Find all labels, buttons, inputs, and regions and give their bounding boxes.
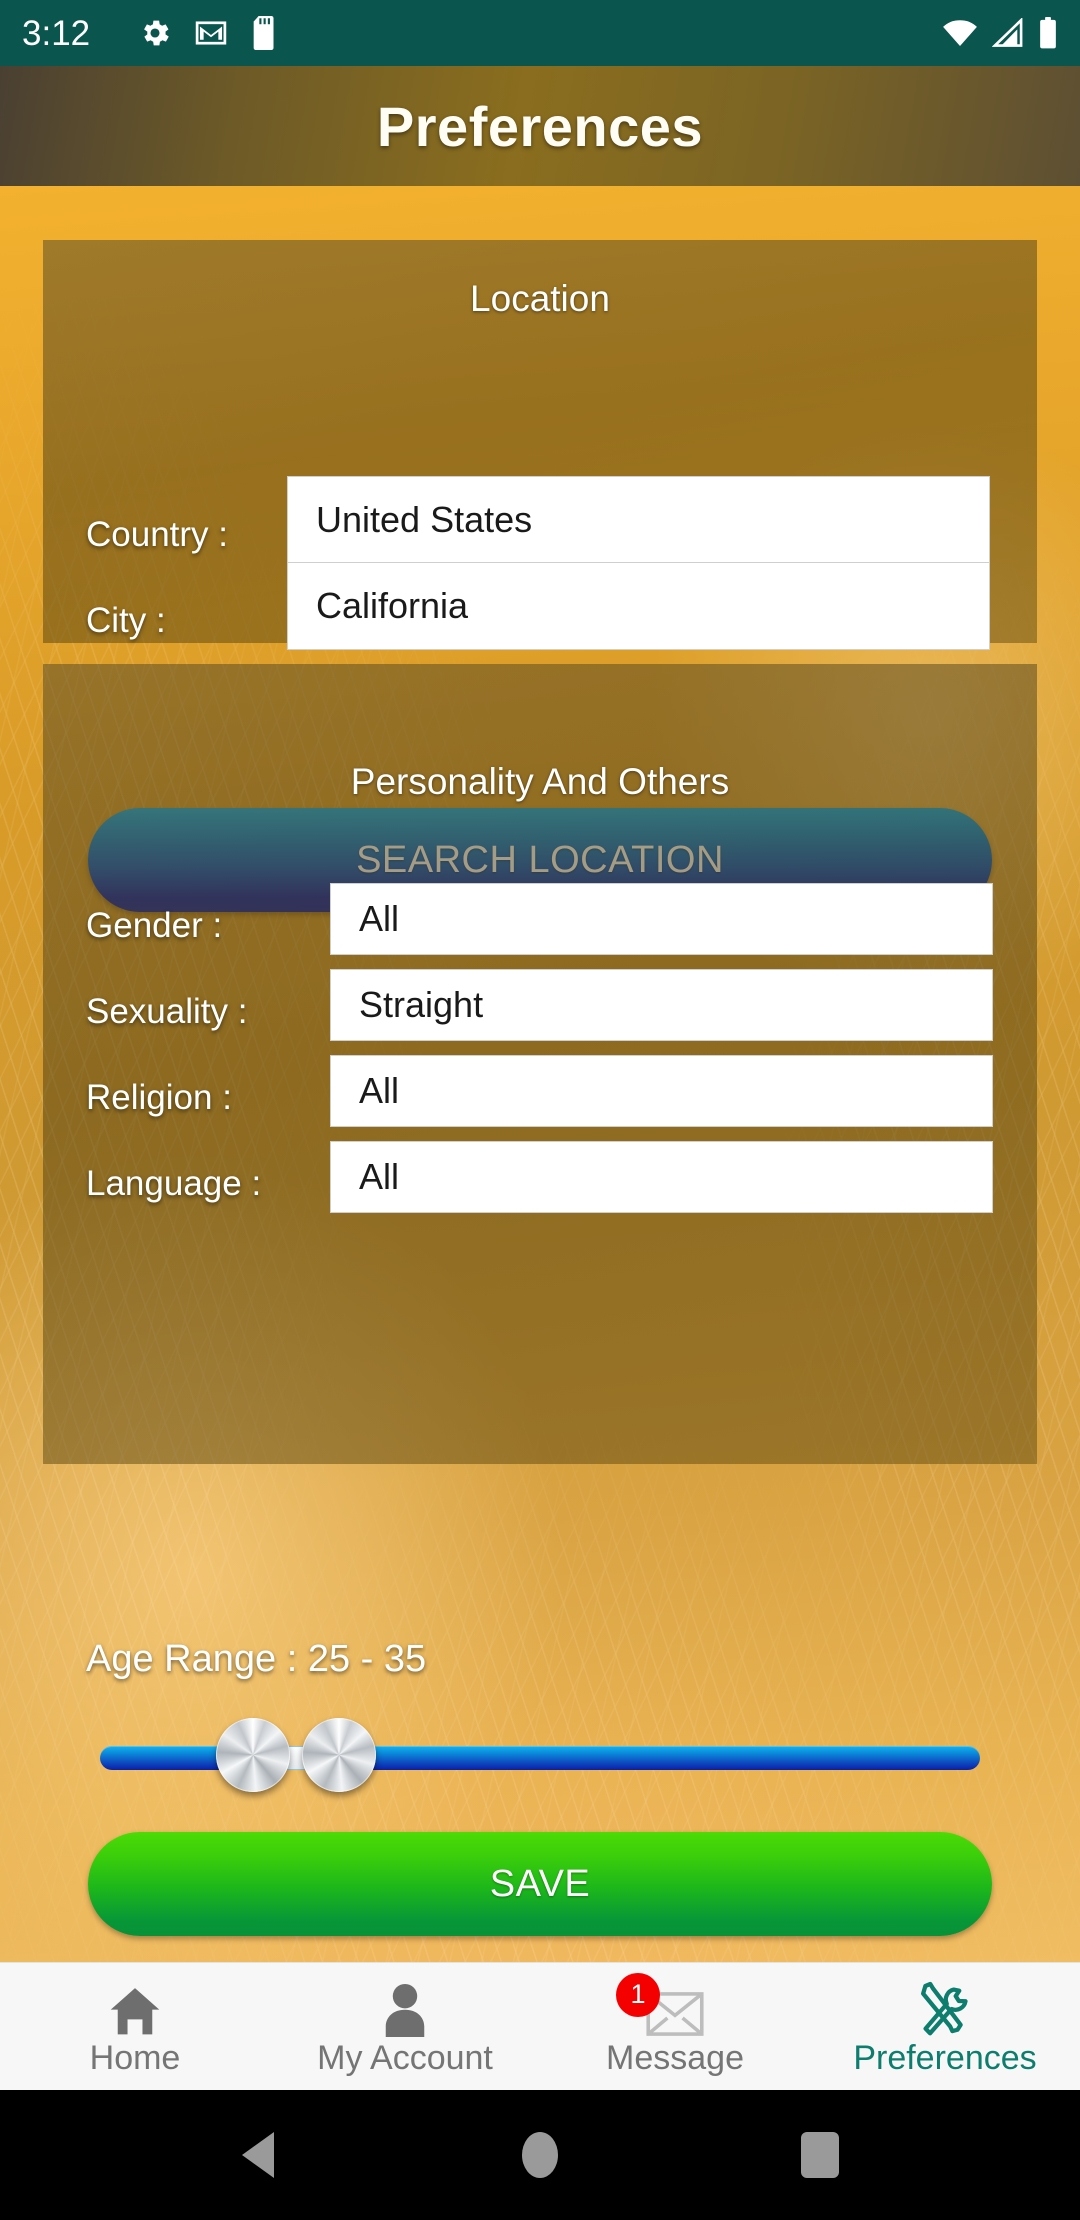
home-circle-icon[interactable] (480, 2132, 600, 2178)
nav-label-my-account: My Account (317, 2038, 493, 2077)
personality-card-title: Personality And Others (350, 761, 730, 802)
save-button[interactable]: SAVE (88, 1832, 992, 1936)
country-label: Country : (86, 515, 228, 554)
nav-label-preferences: Preferences (853, 2038, 1037, 2077)
religion-value: All (359, 1070, 400, 1111)
nav-item-home[interactable]: Home (0, 1963, 270, 2090)
city-row: City : California (86, 562, 996, 650)
wifi-icon (943, 20, 977, 47)
battery-icon (1040, 17, 1056, 49)
gender-label: Gender : (86, 906, 223, 945)
content-area: Location Country : United States City : … (0, 186, 1080, 1962)
age-range-label: Age Range : 25 - 35 (86, 1638, 427, 1680)
religion-row: Religion : All (86, 1055, 996, 1127)
gender-input[interactable]: All (330, 883, 993, 955)
app-bar: Preferences (0, 66, 1080, 186)
sd-card-icon (253, 16, 274, 50)
city-label: City : (86, 601, 166, 640)
nav-item-my-account[interactable]: My Account (270, 1963, 540, 2090)
cell-signal-icon (992, 18, 1023, 47)
nav-item-message[interactable]: 1 Message (540, 1963, 810, 2090)
status-bar: 3:12 (0, 0, 1080, 66)
recents-square-icon[interactable] (760, 2132, 880, 2178)
language-label: Language : (86, 1164, 262, 1203)
message-badge: 1 (616, 1972, 660, 2017)
language-input[interactable]: All (330, 1141, 993, 1213)
religion-input[interactable]: All (330, 1055, 993, 1127)
envelope-icon: 1 (616, 1972, 704, 2037)
phone-screen: 3:12 Preferences Location Country: Unit… (0, 0, 1080, 2220)
religion-label: Religion : (86, 1078, 232, 1117)
language-value: All (359, 1156, 400, 1197)
nav-label-message: Message (606, 2038, 744, 2077)
gender-row: Gender : All (86, 883, 996, 955)
person-icon (379, 1979, 431, 2037)
sexuality-row: Sexuality : Straight (86, 969, 996, 1041)
back-triangle-icon[interactable] (200, 2132, 320, 2178)
location-card-title: Location (470, 278, 610, 319)
city-input[interactable]: California (287, 562, 990, 650)
country-value: United States (316, 499, 533, 540)
tools-icon (916, 1979, 974, 2037)
city-value: California (316, 585, 469, 626)
gender-value: All (359, 898, 400, 939)
page-title: Preferences (376, 94, 704, 158)
sexuality-input[interactable]: Straight (330, 969, 993, 1041)
sexuality-value: Straight (359, 984, 484, 1025)
home-icon (107, 1979, 163, 2037)
age-range-slider[interactable] (100, 1718, 980, 1792)
slider-thumb-max[interactable] (302, 1718, 376, 1792)
country-row: Country : United States (86, 476, 996, 564)
status-bar-left: 3:12 (22, 16, 280, 51)
country-input[interactable]: United States (287, 476, 990, 564)
language-row: Language : All (86, 1141, 996, 1213)
gear-icon (144, 20, 169, 46)
system-navigation-bar (0, 2090, 1080, 2220)
status-bar-clock: 3:12 (22, 13, 91, 53)
nav-label-home: Home (89, 2038, 181, 2077)
status-bar-right (942, 17, 1058, 49)
bottom-navigation-bar: Home My Account 1 Message Preferences (0, 1962, 1080, 2090)
slider-thumb-min[interactable] (216, 1718, 290, 1792)
gmail-icon (195, 21, 227, 45)
save-button-label: SAVE (489, 1862, 591, 1905)
nav-item-preferences[interactable]: Preferences (810, 1963, 1080, 2090)
sexuality-label: Sexuality : (86, 992, 248, 1031)
